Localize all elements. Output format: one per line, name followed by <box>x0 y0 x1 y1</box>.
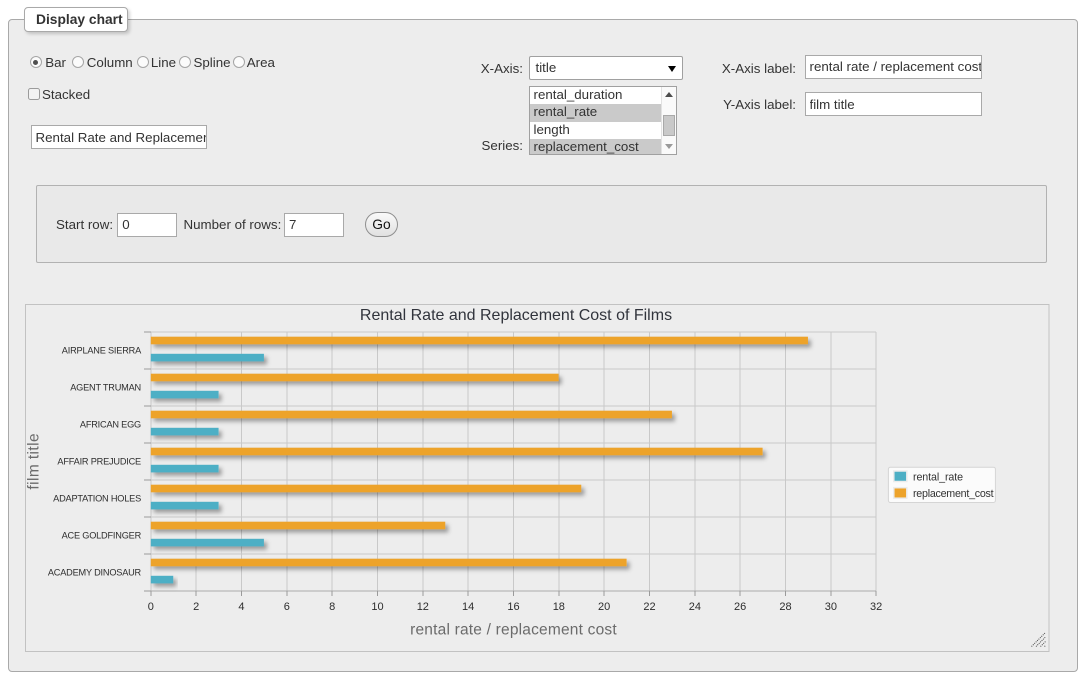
svg-text:film title: film title <box>25 433 42 490</box>
svg-text:28: 28 <box>779 601 791 613</box>
svg-text:AFRICAN EGG: AFRICAN EGG <box>79 419 140 429</box>
svg-text:8: 8 <box>329 601 335 613</box>
svg-text:10: 10 <box>371 601 383 613</box>
svg-text:AFFAIR PREJUDICE: AFFAIR PREJUDICE <box>57 456 141 466</box>
svg-text:2: 2 <box>193 601 199 613</box>
svg-text:12: 12 <box>416 601 428 613</box>
svg-text:AGENT TRUMAN: AGENT TRUMAN <box>70 382 141 392</box>
svg-text:ACADEMY DINOSAUR: ACADEMY DINOSAUR <box>47 567 141 577</box>
svg-text:24: 24 <box>688 601 700 613</box>
svg-text:AIRPLANE SIERRA: AIRPLANE SIERRA <box>61 345 141 355</box>
svg-text:0: 0 <box>147 601 153 613</box>
svg-text:replacement_cost: replacement_cost <box>913 488 994 500</box>
svg-text:30: 30 <box>824 601 836 613</box>
svg-text:14: 14 <box>462 601 474 613</box>
svg-text:6: 6 <box>283 601 289 613</box>
svg-text:16: 16 <box>507 601 519 613</box>
svg-text:Rental Rate and Replacement Co: Rental Rate and Replacement Cost of Film… <box>360 306 672 323</box>
svg-text:32: 32 <box>870 601 882 613</box>
svg-text:rental_rate: rental_rate <box>913 471 963 483</box>
svg-text:18: 18 <box>552 601 564 613</box>
svg-text:20: 20 <box>598 601 610 613</box>
svg-text:22: 22 <box>643 601 655 613</box>
svg-text:ADAPTATION HOLES: ADAPTATION HOLES <box>53 493 141 503</box>
svg-text:4: 4 <box>238 601 244 613</box>
svg-text:26: 26 <box>734 601 746 613</box>
svg-text:ACE GOLDFINGER: ACE GOLDFINGER <box>61 530 141 540</box>
svg-text:rental rate / replacement cost: rental rate / replacement cost <box>410 621 617 638</box>
